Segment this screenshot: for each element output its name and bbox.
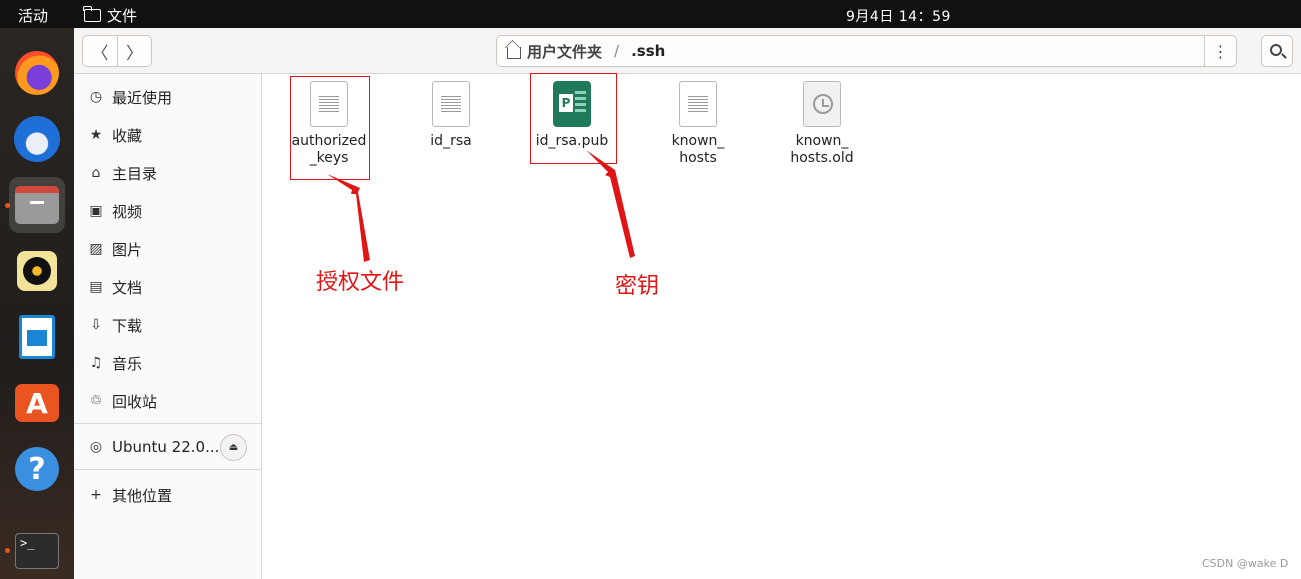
sidebar-item-label: 下载 <box>112 316 143 335</box>
sidebar-item-label: 音乐 <box>112 354 143 373</box>
dock-thunderbird[interactable] <box>9 111 65 167</box>
clock[interactable]: 9月4日 14：59 <box>846 6 951 26</box>
plus-icon: + <box>90 487 102 503</box>
sidebar: ◷ 最近使用 ★ 收藏 ⌂ 主目录 ▣ 视频 ▨ 图片 ▤ 文档 ⇩ 下载 ♫ <box>74 74 262 579</box>
top-bar: 活动 文件 9月4日 14：59 <box>0 0 1301 28</box>
highlight-box <box>530 73 617 164</box>
search-button[interactable] <box>1261 35 1293 67</box>
eject-button[interactable]: ⏏ <box>220 434 247 461</box>
files-icon <box>15 186 59 224</box>
text-file-icon <box>432 81 470 127</box>
clock-icon: ◷ <box>89 89 103 105</box>
activities-button[interactable]: 活动 <box>18 5 48 26</box>
sidebar-item-label: 视频 <box>112 202 143 221</box>
dock-firefox[interactable] <box>9 45 65 101</box>
path-segment-current[interactable]: .ssh <box>631 42 665 60</box>
sidebar-item-label: Ubuntu 22.0... <box>112 438 220 456</box>
music-icon: ♫ <box>89 355 103 371</box>
sidebar-item-documents[interactable]: ▤ 文档 <box>74 270 262 304</box>
sidebar-item-videos[interactable]: ▣ 视频 <box>74 194 262 228</box>
document-icon: ▤ <box>89 279 103 295</box>
dock-files[interactable] <box>9 177 65 233</box>
sidebar-item-label: 文档 <box>112 278 143 297</box>
file-name: known_ hosts.old <box>790 133 854 166</box>
trash-icon: ♲ <box>89 393 103 409</box>
sidebar-item-pictures[interactable]: ▨ 图片 <box>74 232 262 266</box>
help-icon: ? <box>15 447 59 491</box>
app-menu[interactable]: 文件 <box>83 5 138 26</box>
dock-help[interactable]: ? <box>9 441 65 497</box>
terminal-icon: >_ <box>15 533 59 569</box>
home-icon: ⌂ <box>91 165 101 181</box>
file-name: id_rsa <box>430 133 472 149</box>
disc-icon: ◎ <box>89 439 103 455</box>
dock-app-center[interactable]: A <box>9 375 65 431</box>
text-file-icon <box>679 81 717 127</box>
forward-button[interactable]: 〉 <box>117 36 151 66</box>
header-bar: 〈 〉 用户文件夹 / .ssh ⋮ <box>74 28 1301 74</box>
search-icon <box>1270 44 1282 56</box>
path-bar: 用户文件夹 / .ssh ⋮ <box>496 35 1237 67</box>
sidebar-item-ubuntu-disk[interactable]: ◎ Ubuntu 22.0... ⏏ <box>74 430 262 464</box>
sidebar-item-label: 图片 <box>112 240 143 259</box>
sidebar-divider <box>74 423 262 424</box>
folder-icon <box>83 6 101 22</box>
annotation-authorized-file: 授权文件 <box>316 270 405 295</box>
nav-buttons: 〈 〉 <box>82 35 152 67</box>
dock-rhythmbox[interactable] <box>9 243 65 299</box>
back-button[interactable]: 〈 <box>83 36 117 66</box>
backup-file-icon <box>803 81 841 127</box>
libreoffice-writer-icon <box>19 315 55 359</box>
dock-terminal[interactable]: >_ <box>9 523 65 579</box>
picture-icon: ▨ <box>89 241 103 257</box>
app-menu-label: 文件 <box>107 7 138 25</box>
rhythmbox-icon <box>17 251 57 291</box>
annotation-key: 密钥 <box>615 274 660 299</box>
video-icon: ▣ <box>89 203 103 219</box>
file-known-hosts[interactable]: known_ hosts <box>653 81 743 167</box>
files-window: 〈 〉 用户文件夹 / .ssh ⋮ ◷ 最近使用 ★ 收藏 ⌂ 主目录 ▣ 视… <box>74 28 1301 579</box>
sidebar-item-other-locations[interactable]: + 其他位置 <box>74 478 262 512</box>
firefox-icon <box>15 51 59 95</box>
star-icon: ★ <box>89 127 103 143</box>
sidebar-item-home[interactable]: ⌂ 主目录 <box>74 156 262 190</box>
path-segment-home[interactable]: 用户文件夹 <box>527 41 602 62</box>
dock: A ? >_ <box>0 28 74 579</box>
folder-menu-button[interactable]: ⋮ <box>1204 36 1236 66</box>
path-separator: / <box>614 42 620 60</box>
home-icon <box>507 47 521 59</box>
sidebar-item-label: 主目录 <box>112 164 158 183</box>
sidebar-item-recent[interactable]: ◷ 最近使用 <box>74 80 262 114</box>
file-view: authorized _keys id_rsa id_rsa.pub known… <box>263 74 1301 579</box>
highlight-box <box>290 76 370 180</box>
file-id-rsa[interactable]: id_rsa <box>406 81 496 150</box>
sidebar-item-label: 收藏 <box>112 126 143 145</box>
sidebar-item-label: 最近使用 <box>112 88 173 107</box>
sidebar-item-starred[interactable]: ★ 收藏 <box>74 118 262 152</box>
sidebar-item-music[interactable]: ♫ 音乐 <box>74 346 262 380</box>
sidebar-item-trash[interactable]: ♲ 回收站 <box>74 384 262 418</box>
sidebar-item-label: 回收站 <box>112 392 158 411</box>
file-known-hosts-old[interactable]: known_ hosts.old <box>777 81 867 167</box>
app-center-icon: A <box>15 384 59 422</box>
thunderbird-icon <box>14 116 60 162</box>
download-icon: ⇩ <box>90 317 102 333</box>
file-name: known_ hosts <box>671 133 725 166</box>
sidebar-divider <box>74 469 262 470</box>
sidebar-item-label: 其他位置 <box>112 486 173 505</box>
watermark: CSDN @wake D <box>1202 557 1289 570</box>
dock-writer[interactable] <box>9 309 65 365</box>
sidebar-item-downloads[interactable]: ⇩ 下载 <box>74 308 262 342</box>
